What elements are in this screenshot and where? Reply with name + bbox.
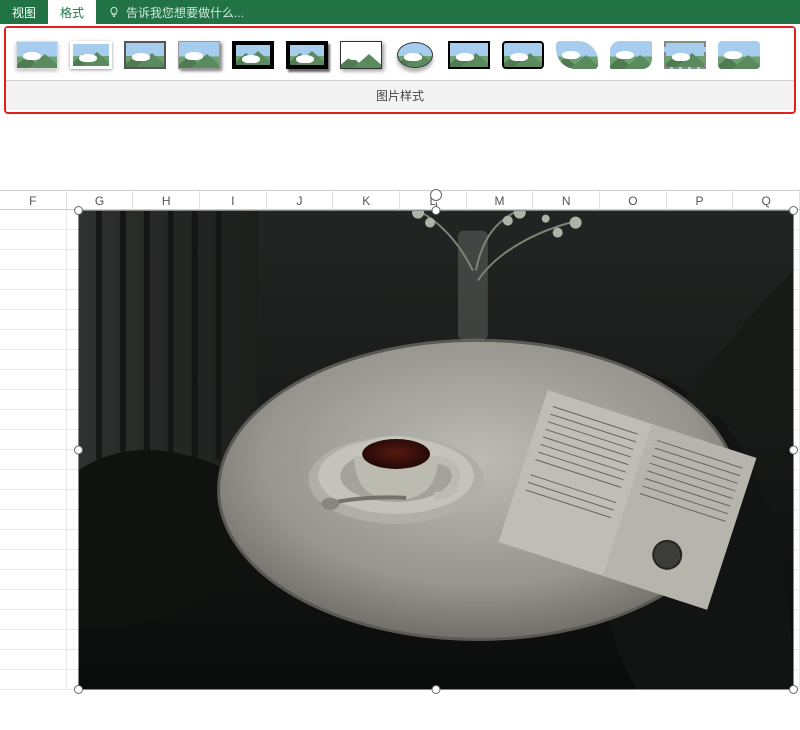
resize-handle-br[interactable] [789,685,798,694]
picture-style-10[interactable] [500,38,546,72]
cell[interactable] [0,330,67,350]
column-header[interactable]: I [200,191,267,209]
cell[interactable] [0,270,67,290]
picture-style-12[interactable] [608,38,654,72]
picture-style-9[interactable] [446,38,492,72]
picture-styles-highlight: 图片样式 [4,26,796,114]
picture-style-8[interactable] [392,38,438,72]
embedded-picture-content [79,211,793,689]
embedded-picture[interactable] [78,210,794,690]
cell[interactable] [0,490,67,510]
picture-style-2[interactable] [68,38,114,72]
picture-styles-gallery [6,28,794,80]
cell[interactable] [0,230,67,250]
column-header[interactable]: N [533,191,600,209]
cell[interactable] [0,390,67,410]
cell[interactable] [0,650,67,670]
cell[interactable] [0,510,67,530]
picture-style-13[interactable] [662,38,708,72]
resize-handle-b[interactable] [432,685,441,694]
cell[interactable] [0,570,67,590]
resize-handle-r[interactable] [789,446,798,455]
column-header-row: FGHIJKLMNOPQ [0,190,800,210]
cell[interactable] [0,410,67,430]
rotate-handle[interactable] [430,189,442,201]
cell[interactable] [0,610,67,630]
column-header[interactable]: K [333,191,400,209]
lightbulb-icon [108,6,120,18]
cell[interactable] [0,210,67,230]
picture-style-14[interactable] [716,38,762,72]
cell[interactable] [0,370,67,390]
picture-style-7[interactable] [338,38,384,72]
tab-view[interactable]: 视图 [0,0,48,24]
column-header[interactable]: J [267,191,334,209]
cell[interactable] [0,290,67,310]
cell[interactable] [0,470,67,490]
picture-style-3[interactable] [122,38,168,72]
column-header[interactable]: P [667,191,734,209]
resize-handle-l[interactable] [74,446,83,455]
cell[interactable] [0,630,67,650]
cell[interactable] [0,350,67,370]
column-header[interactable]: H [133,191,200,209]
cell[interactable] [0,550,67,570]
cell[interactable] [0,590,67,610]
picture-styles-label: 图片样式 [6,80,794,110]
cell[interactable] [0,530,67,550]
column-header[interactable]: M [467,191,534,209]
ribbon-spacer [0,120,800,190]
cell-grid[interactable] [0,210,800,690]
picture-style-4[interactable] [176,38,222,72]
column-header[interactable]: O [600,191,667,209]
resize-handle-t[interactable] [432,206,441,215]
ribbon-tab-bar: 视图 格式 告诉我您想要做什么... [0,0,800,24]
resize-handle-tr[interactable] [789,206,798,215]
tell-me-placeholder: 告诉我您想要做什么... [126,4,244,21]
picture-style-6[interactable] [284,38,330,72]
column-header[interactable]: F [0,191,67,209]
tell-me-search[interactable]: 告诉我您想要做什么... [96,0,256,24]
tab-format[interactable]: 格式 [48,0,96,24]
picture-style-1[interactable] [14,38,60,72]
cell[interactable] [0,450,67,470]
cell[interactable] [0,430,67,450]
picture-style-11[interactable] [554,38,600,72]
resize-handle-tl[interactable] [74,206,83,215]
resize-handle-bl[interactable] [74,685,83,694]
picture-style-5[interactable] [230,38,276,72]
worksheet: FGHIJKLMNOPQ [0,190,800,690]
cell[interactable] [0,670,67,690]
cell[interactable] [0,250,67,270]
cell[interactable] [0,310,67,330]
